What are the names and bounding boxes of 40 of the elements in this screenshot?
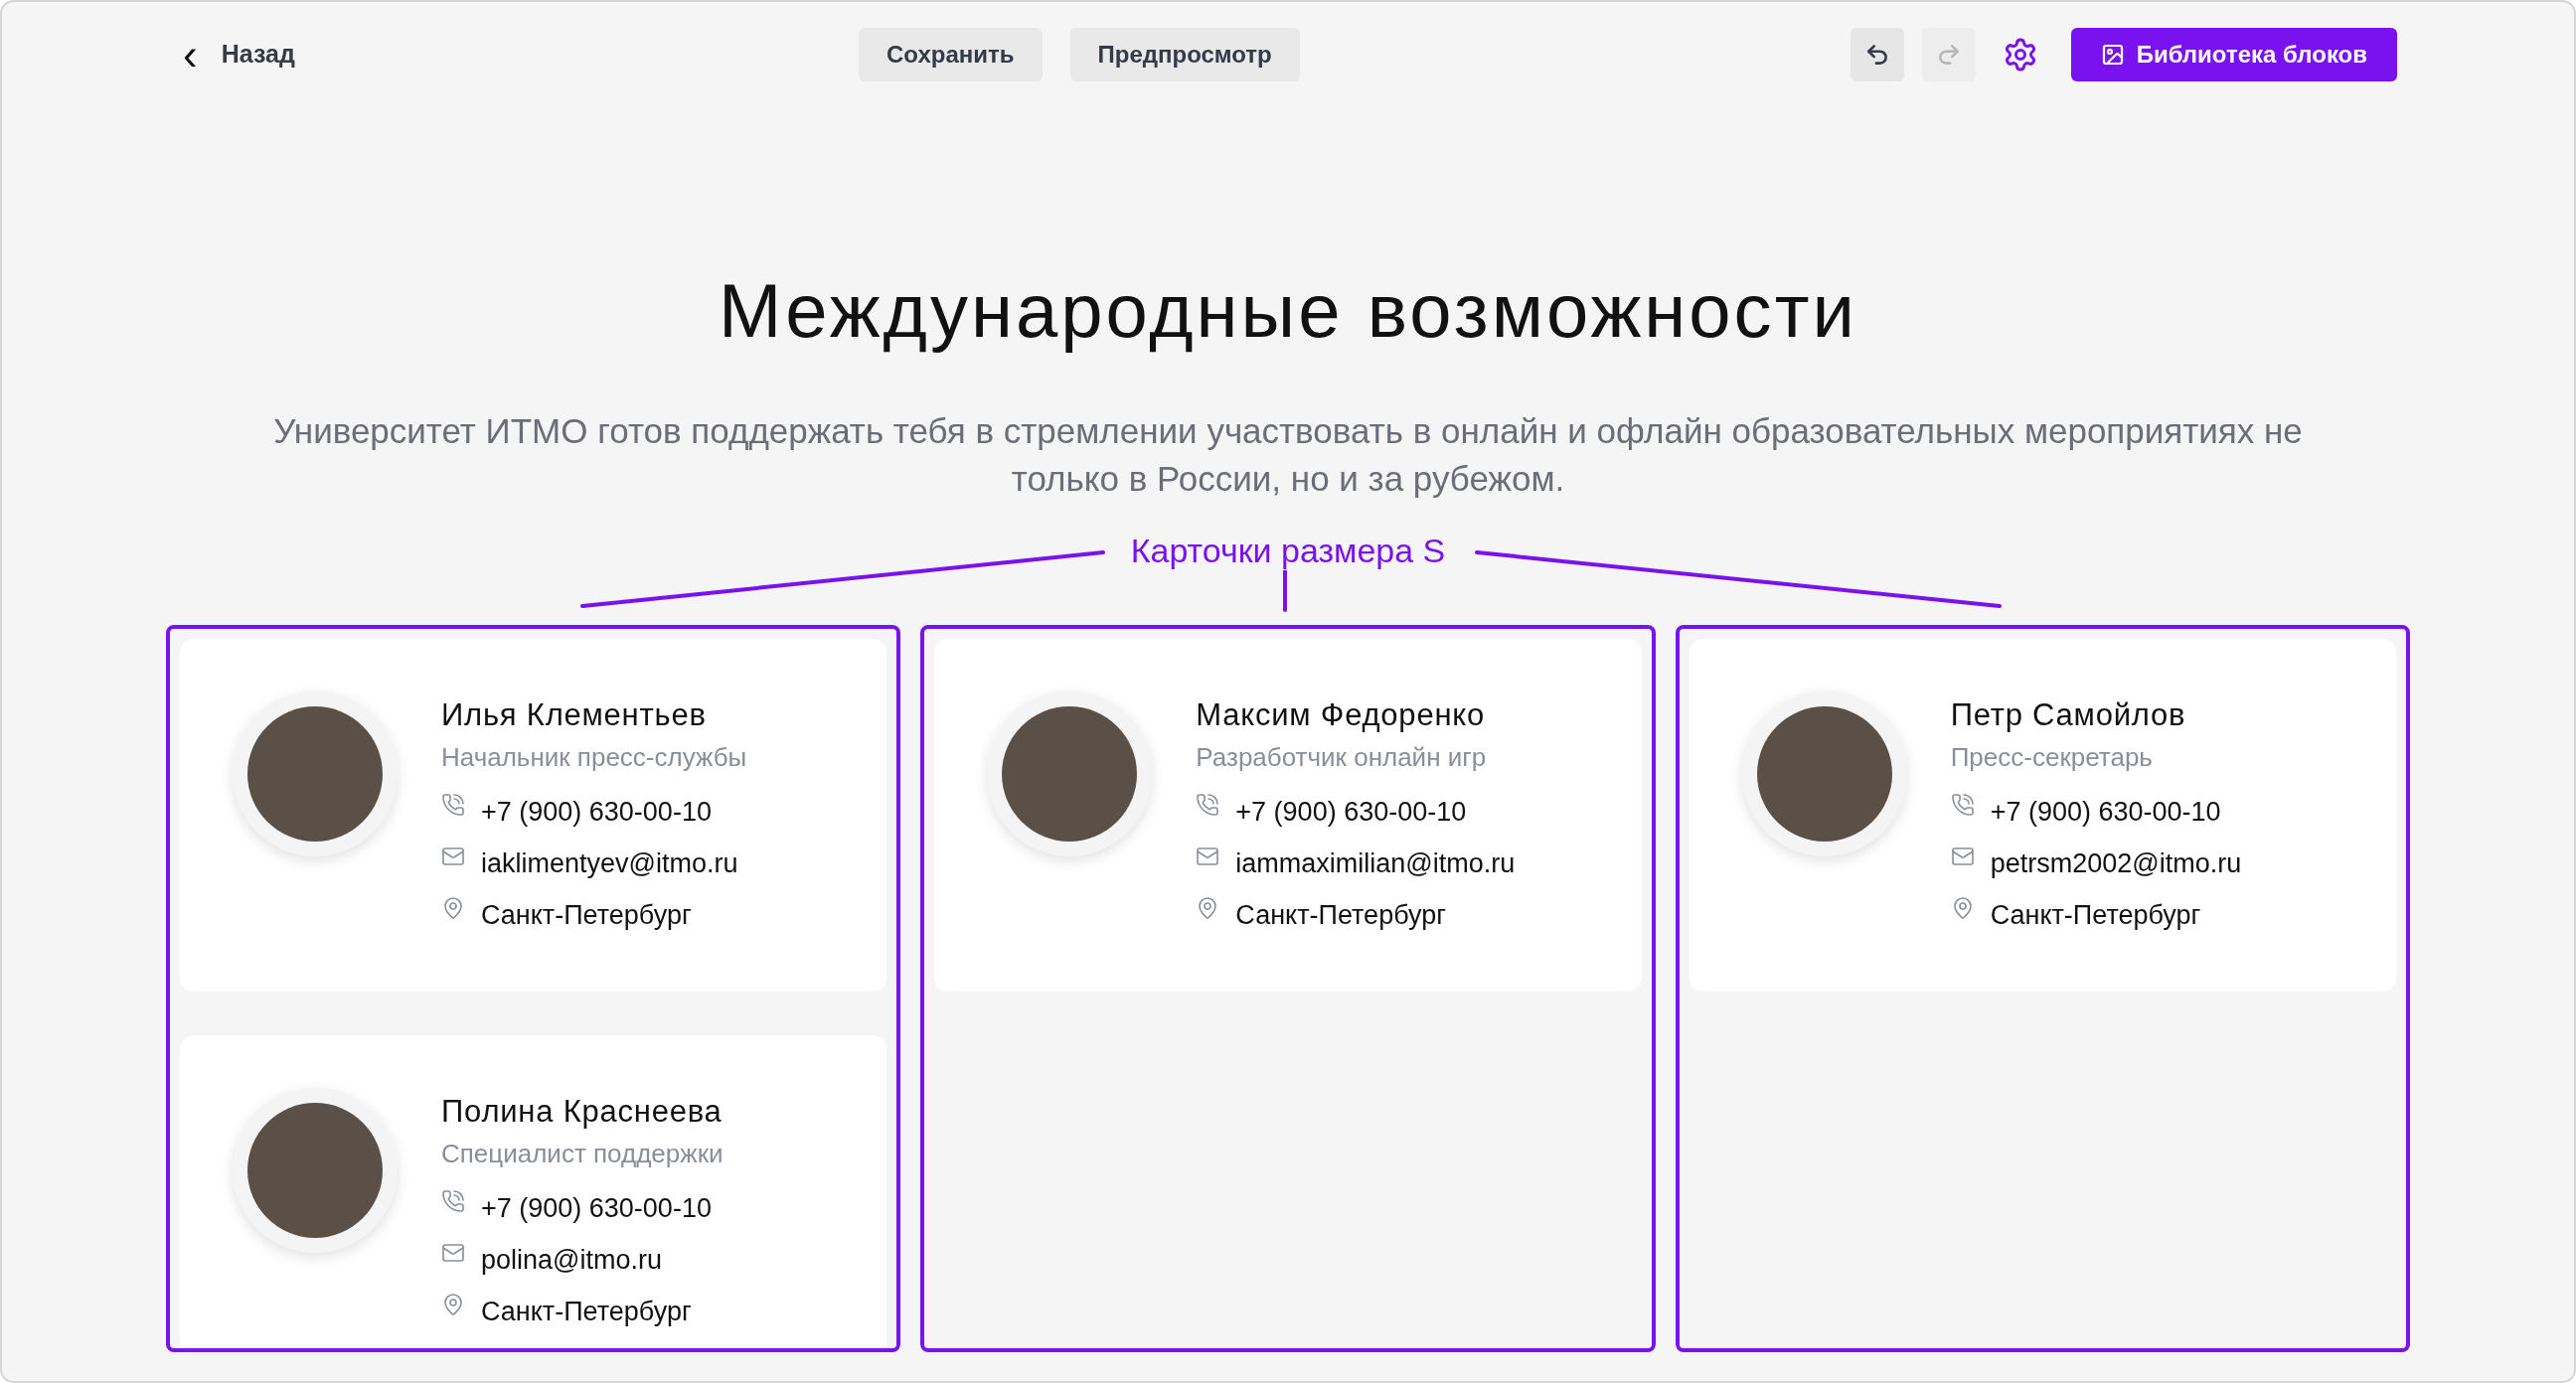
contact-text[interactable]: iaklimentyev@itmo.ru bbox=[481, 845, 738, 882]
image-icon bbox=[2100, 43, 2125, 67]
contact-text[interactable]: iammaximilian@itmo.ru bbox=[1235, 845, 1516, 882]
location-pin-icon bbox=[441, 1293, 465, 1316]
toolbar-button[interactable]: Сохранить bbox=[859, 28, 1043, 81]
job-title: Пресс-секретарь bbox=[1950, 741, 2154, 774]
back-arrow-icon: ‹ bbox=[183, 40, 198, 70]
job-title: Начальник пресс-службы bbox=[441, 741, 747, 774]
page-title: Международные возможности bbox=[719, 267, 1857, 355]
envelope-icon bbox=[441, 845, 465, 868]
person-name: Максим Федоренко bbox=[1196, 696, 1486, 734]
person-name: Петр Самойлов bbox=[1950, 696, 2187, 734]
contact-text: Санкт-Петербург bbox=[1990, 899, 2201, 932]
contact-text: +7 (900) 630-00-10 bbox=[1990, 796, 2221, 829]
phone-icon bbox=[1950, 793, 1975, 817]
phone-icon bbox=[441, 793, 465, 817]
contact-text: +7 (900) 630-00-10 bbox=[1235, 796, 1467, 829]
contact-text: Санкт-Петербург bbox=[481, 899, 692, 932]
phone-icon bbox=[1196, 793, 1220, 817]
contact-text: +7 (900) 630-00-10 bbox=[481, 796, 712, 829]
back-link[interactable]: ‹ Назад bbox=[183, 36, 295, 74]
undo-button[interactable] bbox=[1850, 28, 1904, 81]
contact-text: Санкт-Петербург bbox=[481, 1296, 692, 1328]
envelope-icon bbox=[441, 1241, 465, 1265]
contact-text[interactable]: polina@itmo.ru bbox=[481, 1241, 662, 1279]
contact-text: Санкт-Петербург bbox=[1235, 899, 1447, 932]
envelope-icon bbox=[1196, 845, 1220, 868]
toolbar-button[interactable]: Предпросмотр bbox=[1069, 28, 1300, 81]
contact-text[interactable]: petrsm2002@itmo.ru bbox=[1990, 845, 2242, 882]
job-title: Разработчик онлайн игр bbox=[1196, 741, 1488, 774]
envelope-icon bbox=[1950, 845, 1975, 868]
person-name: Илья Клементьев bbox=[441, 696, 708, 734]
person-name: Полина Краснеева bbox=[441, 1093, 724, 1131]
job-title: Специалист поддержки bbox=[441, 1138, 724, 1170]
phone-icon bbox=[441, 1189, 465, 1213]
block-library-button[interactable]: Библиотека блоков bbox=[2070, 28, 2397, 81]
contact-text: +7 (900) 630-00-10 bbox=[481, 1192, 712, 1225]
page-subtitle: Университет ИТМО готов поддержать тебя в стремлении участвовать в онлайн и офлайн образовательных мероприятиях не только в России, но и за рубежом. bbox=[272, 410, 2304, 500]
location-pin-icon bbox=[441, 896, 465, 920]
leader-line bbox=[1283, 568, 1287, 612]
